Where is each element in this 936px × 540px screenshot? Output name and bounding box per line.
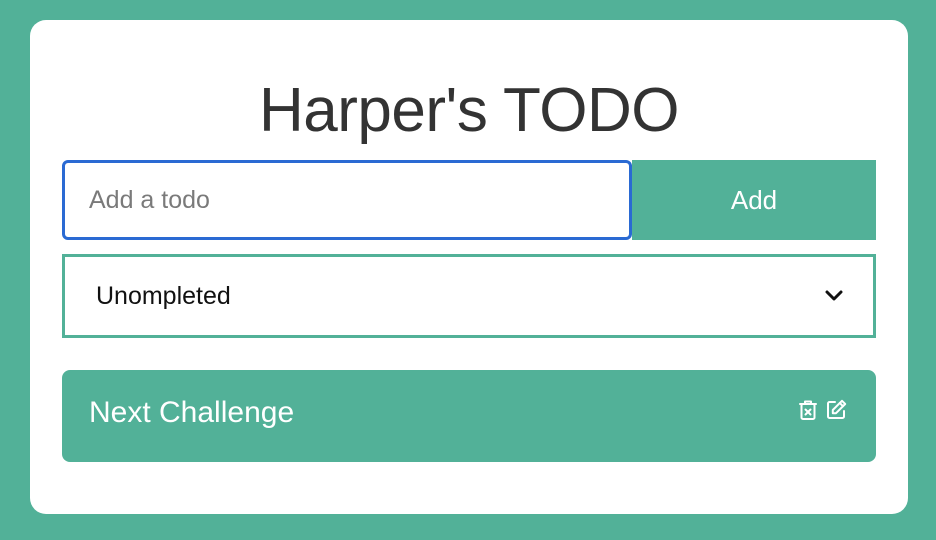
edit-icon[interactable] [824,398,848,422]
filter-select[interactable]: Unompleted [62,254,876,338]
trash-icon[interactable] [796,398,820,422]
filter-selected-value: Unompleted [96,281,231,310]
todo-item-actions [796,398,848,422]
todo-item: Next Challenge [62,370,876,462]
todo-input[interactable] [62,160,632,240]
page-title: Harper's TODO [259,76,679,145]
todo-item-text: Next Challenge [89,396,295,429]
todo-card: Harper's TODO Add Unompleted Next Challe… [30,20,908,514]
add-button[interactable]: Add [632,160,876,240]
chevron-down-icon [825,290,843,301]
